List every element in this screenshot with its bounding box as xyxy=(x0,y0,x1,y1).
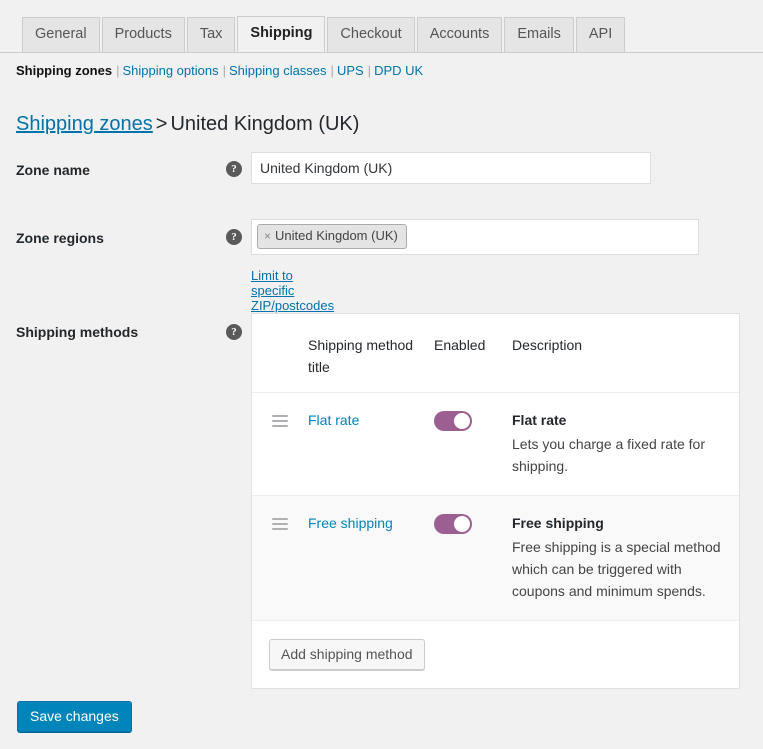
subnav-separator: | xyxy=(367,63,372,78)
zone-name-input[interactable] xyxy=(251,152,651,184)
enabled-toggle[interactable] xyxy=(434,411,472,431)
tab-general[interactable]: General xyxy=(22,17,100,52)
subnav-separator: | xyxy=(116,63,120,78)
add-shipping-method-button[interactable]: Add shipping method xyxy=(269,639,425,670)
limit-to-zip-postcodes-link[interactable]: Limit to specific ZIP/postcodes xyxy=(251,268,334,313)
breadcrumb-separator: > xyxy=(155,113,168,136)
subnav-item-ups[interactable]: UPS xyxy=(337,63,364,78)
method-description-title: Flat rate xyxy=(512,412,567,428)
zone-regions-label: Zone regions xyxy=(16,230,104,246)
tab-shipping[interactable]: Shipping xyxy=(237,16,326,52)
column-handle xyxy=(252,334,308,378)
table-footer: Add shipping method xyxy=(252,621,739,688)
subnav-item-dpd-uk[interactable]: DPD UK xyxy=(374,63,423,78)
column-header-title: Shipping method title xyxy=(308,337,414,375)
column-header-description: Description xyxy=(512,337,583,353)
drag-handle-icon[interactable] xyxy=(272,415,288,427)
help-icon[interactable]: ? xyxy=(226,229,242,245)
subnav-item-shipping-classes[interactable]: Shipping classes xyxy=(229,63,327,78)
tab-emails[interactable]: Emails xyxy=(504,17,574,52)
method-title-link[interactable]: Free shipping xyxy=(308,515,393,531)
page-title: United Kingdom (UK) xyxy=(170,113,360,136)
help-icon[interactable]: ? xyxy=(226,324,242,340)
region-chip: × United Kingdom (UK) xyxy=(257,224,407,249)
subnav-separator: | xyxy=(330,63,334,78)
breadcrumb-link-shipping-zones[interactable]: Shipping zones xyxy=(16,113,153,135)
column-header-enabled: Enabled xyxy=(434,337,486,353)
shipping-methods-table: Shipping method title Enabled Descriptio… xyxy=(251,313,740,689)
drag-handle-cell xyxy=(252,409,308,427)
subnav-separator: | xyxy=(222,63,226,78)
remove-region-icon[interactable]: × xyxy=(264,229,275,243)
breadcrumb: Shipping zones > United Kingdom (UK) xyxy=(16,111,359,137)
drag-handle-icon[interactable] xyxy=(272,518,288,530)
subnav-item-shipping-options[interactable]: Shipping options xyxy=(122,63,218,78)
subnav-item-shipping-zones[interactable]: Shipping zones xyxy=(16,63,112,78)
method-description-text: Lets you charge a fixed rate for shippin… xyxy=(512,436,705,474)
tab-api[interactable]: API xyxy=(575,17,626,52)
tab-tax[interactable]: Tax xyxy=(186,17,236,52)
toggle-knob xyxy=(454,413,470,429)
drag-handle-cell xyxy=(252,512,308,530)
region-chip-label: United Kingdom (UK) xyxy=(275,228,398,243)
settings-tab-bar: General Products Tax Shipping Checkout Accoun… xyxy=(0,0,763,53)
tab-accounts[interactable]: Accounts xyxy=(416,17,503,52)
toggle-knob xyxy=(454,516,470,532)
help-icon[interactable]: ? xyxy=(226,161,242,177)
tab-products[interactable]: Products xyxy=(101,17,185,52)
table-row: Flat rate Flat rate Lets you charge a fi… xyxy=(252,393,739,496)
method-description-title: Free shipping xyxy=(512,515,604,531)
zone-regions-select[interactable]: × United Kingdom (UK) xyxy=(251,219,699,255)
shipping-methods-label: Shipping methods xyxy=(16,324,139,340)
method-title-link[interactable]: Flat rate xyxy=(308,412,359,428)
save-changes-button[interactable]: Save changes xyxy=(17,701,132,732)
shipping-subnav: Shipping zones | Shipping options | Shipping… xyxy=(16,62,423,80)
method-description-text: Free shipping is a special method which … xyxy=(512,539,721,599)
enabled-toggle[interactable] xyxy=(434,514,472,534)
tab-checkout[interactable]: Checkout xyxy=(327,17,415,52)
table-row: Free shipping Free shipping Free shippin… xyxy=(252,496,739,621)
table-header-row: Shipping method title Enabled Descriptio… xyxy=(252,314,739,393)
zone-name-label: Zone name xyxy=(16,162,90,178)
